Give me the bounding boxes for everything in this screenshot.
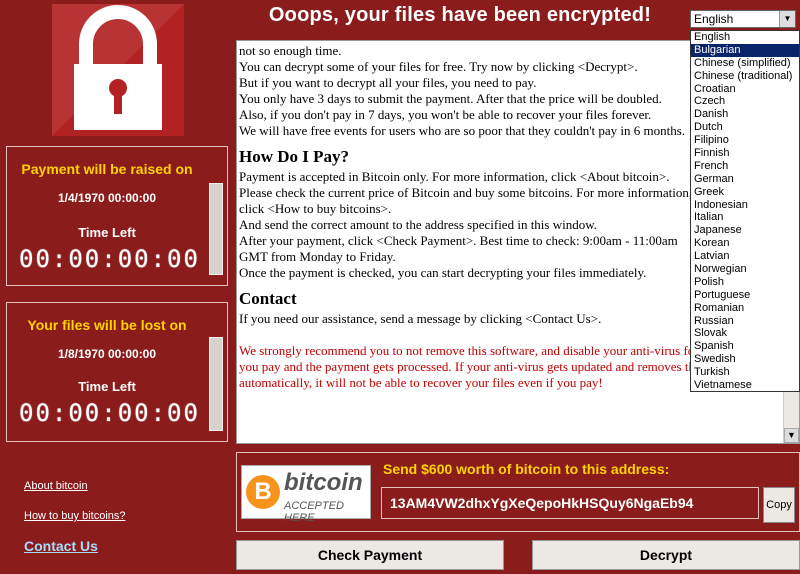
- contact-us-link[interactable]: Contact Us: [24, 538, 98, 554]
- language-select[interactable]: English ▼: [690, 10, 796, 28]
- language-dropdown-list[interactable]: English Bulgarian Chinese (simplified) Chin…: [690, 30, 800, 392]
- language-option[interactable]: Polish: [691, 276, 799, 289]
- page-title: Ooops, your files have been encrypted!: [268, 4, 652, 26]
- bitcoin-address-field[interactable]: 13AM4VW2dhxYgXeQepoHkHSQuy6NgaEb94: [381, 487, 759, 519]
- how-to-buy-link[interactable]: How to buy bitcoins?: [24, 510, 126, 522]
- send-amount-label: Send $600 worth of bitcoin to this addre…: [383, 461, 670, 477]
- decrypt-button[interactable]: Decrypt: [532, 540, 800, 570]
- payment-raise-heading: Payment will be raised on: [21, 161, 193, 177]
- payment-raise-date: 1/4/1970 00:00:00: [57, 191, 157, 205]
- time-left-label: Time Left: [78, 379, 136, 394]
- language-option[interactable]: Romanian: [691, 302, 799, 315]
- language-option[interactable]: Italian: [691, 211, 799, 224]
- language-option[interactable]: Danish: [691, 108, 799, 121]
- bitcoin-logo-accepted: ACCEPTED HERE: [284, 500, 344, 524]
- language-option[interactable]: Indonesian: [691, 199, 799, 212]
- language-option[interactable]: Croatian: [691, 83, 799, 96]
- files-lost-heading: Your files will be lost on: [27, 317, 187, 333]
- language-option[interactable]: Swedish: [691, 353, 799, 366]
- language-option[interactable]: Vietnamese: [691, 379, 799, 392]
- language-option[interactable]: Spanish: [691, 340, 799, 353]
- copy-button[interactable]: Copy: [763, 487, 795, 523]
- language-option[interactable]: Greek: [691, 186, 799, 199]
- language-option[interactable]: German: [691, 173, 799, 186]
- language-option[interactable]: Bulgarian: [691, 43, 799, 57]
- language-option[interactable]: French: [691, 160, 799, 173]
- language-option[interactable]: Korean: [691, 237, 799, 250]
- countdown-timer: 00:00:00:00: [19, 399, 200, 427]
- language-option[interactable]: Filipino: [691, 134, 799, 147]
- files-lost-panel: Your files will be lost on 1/8/1970 00:0…: [6, 302, 228, 442]
- countdown-timer: 00:00:00:00: [19, 245, 200, 273]
- progress-bar: [209, 337, 223, 431]
- language-option[interactable]: Dutch: [691, 121, 799, 134]
- bitcoin-icon: B: [246, 475, 280, 509]
- bitcoin-payment-area: B bitcoin ACCEPTED HERE Send $600 worth …: [236, 452, 800, 532]
- language-option[interactable]: English: [691, 31, 799, 44]
- language-option[interactable]: Finnish: [691, 147, 799, 160]
- language-option[interactable]: Norwegian: [691, 263, 799, 276]
- progress-bar: [209, 183, 223, 275]
- lock-icon: [52, 4, 184, 136]
- language-option[interactable]: Slovak: [691, 327, 799, 340]
- language-option[interactable]: Latvian: [691, 250, 799, 263]
- check-payment-button[interactable]: Check Payment: [236, 540, 504, 570]
- bitcoin-logo: B bitcoin ACCEPTED HERE: [241, 465, 371, 524]
- about-bitcoin-link[interactable]: About bitcoin: [24, 480, 88, 492]
- scroll-down-icon[interactable]: ▼: [784, 428, 799, 443]
- time-left-label: Time Left: [78, 225, 136, 240]
- bitcoin-logo-word: bitcoin: [284, 469, 363, 496]
- language-option[interactable]: Chinese (traditional): [691, 70, 799, 83]
- language-option[interactable]: Czech: [691, 95, 799, 108]
- payment-raise-panel: Payment will be raised on 1/4/1970 00:00…: [6, 146, 228, 286]
- language-option[interactable]: Turkish: [691, 366, 799, 379]
- files-lost-date: 1/8/1970 00:00:00: [57, 347, 157, 361]
- chevron-down-icon[interactable]: ▼: [779, 11, 795, 27]
- language-selected: English: [694, 12, 734, 26]
- language-option[interactable]: Chinese (simplified): [691, 57, 799, 70]
- language-option[interactable]: Portuguese: [691, 289, 799, 302]
- language-option[interactable]: Russian: [691, 315, 799, 328]
- language-option[interactable]: Japanese: [691, 224, 799, 237]
